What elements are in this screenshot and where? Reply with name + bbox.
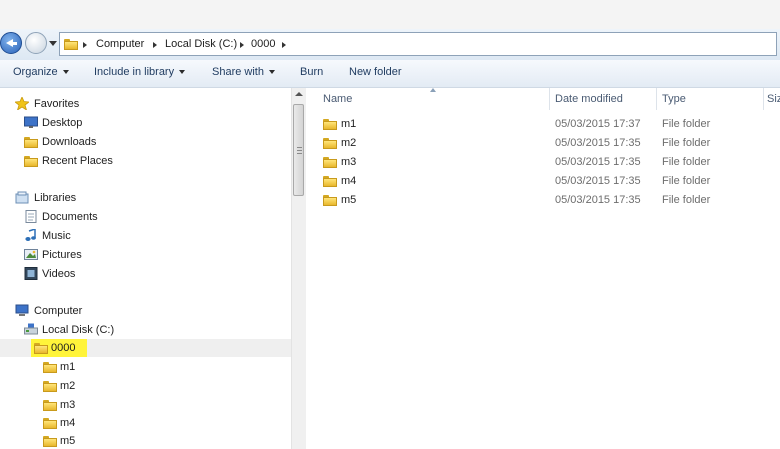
column-header-size[interactable]: Siz [764, 88, 780, 110]
folder-icon [43, 380, 57, 392]
file-type: File folder [662, 194, 711, 206]
folder-icon [43, 361, 57, 373]
file-type: File folder [662, 118, 711, 130]
back-button[interactable] [0, 32, 22, 54]
nav-libraries-label: Libraries [34, 192, 77, 204]
nav-child-label: m1 [60, 361, 76, 373]
breadcrumb-separator-icon[interactable] [83, 42, 87, 48]
chevron-down-icon [179, 70, 186, 75]
nav-scrollbar[interactable] [291, 88, 306, 449]
nav-downloads-label: Downloads [42, 136, 97, 148]
nav-desktop-label: Desktop [42, 117, 83, 129]
table-row[interactable]: m5 05/03/2015 17:35 File folder [306, 191, 780, 210]
scrollbar-thumb[interactable] [293, 104, 304, 196]
breadcrumb-separator-icon[interactable] [240, 42, 244, 48]
forward-button[interactable] [25, 32, 47, 54]
breadcrumb-separator-icon[interactable] [153, 42, 157, 48]
hard-drive-icon [24, 323, 38, 336]
column-header-date[interactable]: Date modified [550, 88, 656, 110]
folder-icon [43, 435, 57, 447]
background-window-strip [0, 0, 780, 30]
table-row[interactable]: m1 05/03/2015 17:37 File folder [306, 115, 780, 134]
chevron-down-icon [268, 70, 275, 75]
table-row[interactable]: m2 05/03/2015 17:35 File folder [306, 134, 780, 153]
navigation-pane: Favorites Desktop Downloads Recent Place… [0, 88, 291, 449]
nav-child-label: m3 [60, 399, 76, 411]
address-box[interactable]: Computer Local Disk (C:) 0000 [59, 32, 777, 56]
file-date: 05/03/2015 17:35 [555, 156, 641, 168]
file-date: 05/03/2015 17:35 [555, 175, 641, 187]
nav-child-label: m5 [60, 435, 76, 447]
address-bar: Computer Local Disk (C:) 0000 [0, 29, 780, 61]
nav-pictures-label: Pictures [42, 249, 82, 261]
breadcrumb-separator-icon[interactable] [282, 42, 286, 48]
organize-label: Organize [13, 66, 58, 78]
file-name: m1 [341, 118, 357, 130]
folder-icon [323, 194, 337, 206]
file-name: m4 [341, 175, 357, 187]
command-bar: Organize Include in library Share with B… [0, 60, 780, 88]
file-list: Name Date modified Type Siz m1 05/03/201… [306, 88, 780, 449]
file-name: m5 [341, 194, 357, 206]
file-name: m2 [341, 137, 357, 149]
share-with-button[interactable]: Share with [212, 66, 275, 78]
breadcrumb-0000[interactable]: 0000 [251, 38, 275, 50]
table-row[interactable]: m3 05/03/2015 17:35 File folder [306, 153, 780, 172]
nav-videos-label: Videos [42, 268, 76, 280]
burn-button[interactable]: Burn [300, 66, 323, 78]
file-type: File folder [662, 137, 711, 149]
nav-local-disk-label: Local Disk (C:) [42, 324, 115, 336]
folder-icon [43, 399, 57, 411]
computer-icon [15, 304, 29, 317]
folder-icon [323, 137, 337, 149]
breadcrumb-local-disk[interactable]: Local Disk (C:) [165, 38, 237, 50]
table-row[interactable]: m4 05/03/2015 17:35 File folder [306, 172, 780, 191]
nav-recent-label: Recent Places [42, 155, 113, 167]
new-folder-button[interactable]: New folder [349, 66, 402, 78]
folder-icon [323, 175, 337, 187]
column-header-type[interactable]: Type [657, 88, 763, 110]
file-date: 05/03/2015 17:35 [555, 137, 641, 149]
file-name: m3 [341, 156, 357, 168]
breadcrumb-computer[interactable]: Computer [96, 38, 144, 50]
nav-child-label: m2 [60, 380, 76, 392]
videos-icon [24, 267, 38, 280]
column-name-label: Name [323, 93, 353, 105]
music-icon [24, 227, 38, 242]
folder-icon [34, 342, 48, 354]
downloads-icon [24, 136, 38, 148]
share-label: Share with [212, 66, 264, 78]
file-date: 05/03/2015 17:37 [555, 118, 641, 130]
column-type-label: Type [662, 93, 686, 105]
folder-icon [323, 156, 337, 168]
column-date-label: Date modified [555, 93, 623, 105]
libraries-icon [15, 191, 29, 204]
column-header-name[interactable]: Name [306, 88, 549, 110]
file-type: File folder [662, 156, 711, 168]
nav-computer-label: Computer [34, 305, 83, 317]
scroll-up-icon[interactable] [295, 92, 303, 96]
nav-child-label: m4 [60, 417, 76, 429]
organize-button[interactable]: Organize [13, 66, 69, 78]
include-in-library-button[interactable]: Include in library [94, 66, 186, 78]
file-type: File folder [662, 175, 711, 187]
folder-icon [43, 417, 57, 429]
folder-icon [323, 118, 337, 130]
recent-pages-dropdown-icon[interactable] [49, 41, 57, 46]
column-size-label: Siz [767, 93, 780, 105]
file-date: 05/03/2015 17:35 [555, 194, 641, 206]
nav-documents-label: Documents [42, 211, 98, 223]
include-label: Include in library [94, 66, 175, 78]
chevron-down-icon [62, 70, 69, 75]
nav-current-label: 0000 [51, 342, 76, 354]
nav-favorites-label: Favorites [34, 98, 80, 110]
star-icon [13, 96, 31, 111]
folder-icon [64, 38, 78, 50]
desktop-icon [24, 116, 38, 129]
pictures-icon [24, 248, 38, 261]
nav-music-label: Music [42, 230, 71, 242]
recent-places-icon [24, 155, 38, 167]
documents-icon [24, 210, 38, 223]
